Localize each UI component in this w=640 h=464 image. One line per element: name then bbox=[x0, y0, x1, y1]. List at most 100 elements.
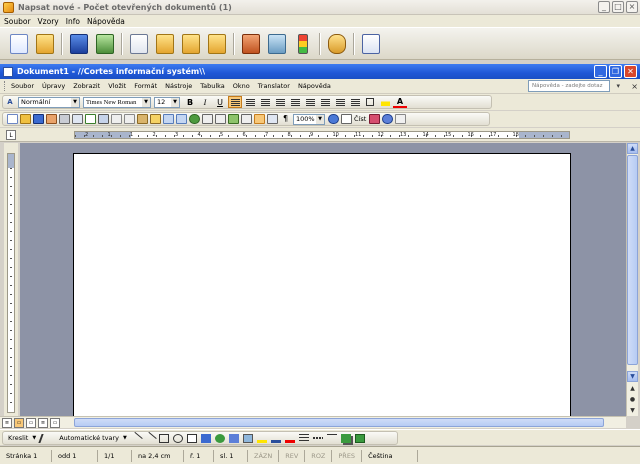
dash-style-icon[interactable] bbox=[312, 437, 323, 439]
abc-icon[interactable] bbox=[395, 114, 407, 124]
numbering-button[interactable] bbox=[303, 96, 317, 108]
vertical-ruler-strip[interactable] bbox=[7, 153, 15, 413]
menu-vlozit[interactable]: Vložit bbox=[108, 82, 126, 90]
folder-button-2[interactable] bbox=[178, 31, 204, 57]
print-layout-button[interactable]: ▭ bbox=[26, 417, 36, 428]
font-size-select[interactable]: 12 ▼ bbox=[154, 96, 180, 108]
align-right-button[interactable] bbox=[258, 96, 272, 108]
next-page-button[interactable]: ▼ bbox=[627, 405, 638, 416]
research-icon[interactable] bbox=[98, 114, 109, 124]
book-button[interactable] bbox=[238, 31, 264, 57]
export-button[interactable] bbox=[92, 31, 118, 57]
document-button[interactable] bbox=[126, 31, 152, 57]
borders-button[interactable] bbox=[363, 96, 377, 108]
document-map-icon[interactable] bbox=[267, 114, 278, 124]
read-button[interactable]: Číst bbox=[354, 115, 366, 123]
help-dropdown-icon[interactable]: ▾ bbox=[616, 82, 620, 90]
cut-icon[interactable] bbox=[111, 114, 122, 124]
document-page[interactable] bbox=[73, 153, 571, 416]
autoshapes-button[interactable]: Automatické tvary bbox=[59, 434, 119, 442]
bullets-button[interactable] bbox=[318, 96, 332, 108]
web-layout-button[interactable]: ▭ bbox=[14, 417, 24, 428]
menu-okno[interactable]: Okno bbox=[233, 82, 250, 90]
open-icon[interactable] bbox=[20, 114, 31, 124]
line-icon[interactable] bbox=[129, 431, 143, 445]
font-color-icon[interactable] bbox=[284, 433, 295, 443]
menu-napoveda[interactable]: Nápověda bbox=[298, 82, 331, 90]
arrow-style-icon[interactable] bbox=[326, 433, 337, 443]
select-objects-icon[interactable] bbox=[38, 433, 52, 443]
styles-pane-button[interactable]: A bbox=[3, 96, 17, 108]
line-color-icon[interactable] bbox=[270, 433, 281, 443]
new-document-button[interactable] bbox=[6, 31, 32, 57]
redo-icon[interactable] bbox=[176, 114, 187, 124]
line-spacing-button[interactable] bbox=[288, 96, 302, 108]
zoom-select[interactable]: 100% ▼ bbox=[293, 113, 325, 125]
align-left-button[interactable] bbox=[228, 96, 242, 108]
columns-icon[interactable] bbox=[241, 114, 252, 124]
status-extend[interactable]: ROZ bbox=[305, 449, 333, 462]
menu-upravy[interactable]: Úpravy bbox=[42, 82, 65, 90]
insert-excel-icon[interactable] bbox=[228, 114, 239, 124]
doc-minimize-button[interactable]: _ bbox=[594, 65, 607, 78]
3d-icon[interactable] bbox=[354, 433, 365, 443]
bold-button[interactable]: B bbox=[183, 96, 197, 108]
hyperlink-icon[interactable] bbox=[189, 114, 200, 124]
normal-view-button[interactable]: ≡ bbox=[2, 417, 12, 428]
menu-soubor[interactable]: Soubor bbox=[11, 82, 34, 90]
horizontal-scroll-thumb[interactable] bbox=[74, 418, 604, 427]
oval-icon[interactable] bbox=[172, 433, 183, 443]
menu-soubor[interactable]: Soubor bbox=[4, 17, 31, 26]
help-icon[interactable] bbox=[328, 114, 339, 124]
permission-icon[interactable] bbox=[46, 114, 57, 124]
previous-page-button[interactable]: ▲ bbox=[627, 383, 638, 394]
style-select[interactable]: Normální ▼ bbox=[18, 96, 80, 108]
highlight-button[interactable] bbox=[378, 96, 392, 108]
decrease-indent-button[interactable] bbox=[333, 96, 347, 108]
increase-indent-button[interactable] bbox=[348, 96, 362, 108]
tab-selector[interactable]: L bbox=[6, 130, 16, 140]
horizontal-scrollbar[interactable]: ≡ ▭ ▭ ≡ ▭ bbox=[0, 416, 626, 428]
insert-table-icon[interactable] bbox=[215, 114, 226, 124]
clip-art-icon[interactable] bbox=[228, 433, 239, 443]
justify-button[interactable] bbox=[273, 96, 287, 108]
wordart-icon[interactable] bbox=[200, 433, 211, 443]
reading-layout-button[interactable]: ▭ bbox=[50, 417, 60, 428]
status-track-changes[interactable]: REV bbox=[279, 449, 306, 462]
menu-tabulka[interactable]: Tabulka bbox=[200, 82, 225, 90]
minimize-button[interactable]: _ bbox=[598, 1, 610, 13]
help-search-input[interactable]: Nápověda - zadejte dotaz bbox=[528, 80, 610, 92]
drawing-icon[interactable] bbox=[254, 114, 265, 124]
vertical-scroll-thumb[interactable] bbox=[627, 155, 638, 365]
maximize-button[interactable]: □ bbox=[612, 1, 624, 13]
folder-button-3[interactable] bbox=[204, 31, 230, 57]
doc-close-button[interactable]: ✕ bbox=[624, 65, 637, 78]
ruler-strip[interactable]: 2 1 1 2 3 4 5 6 7 8 9 10 11 12 13 14 15 16 17 18 bbox=[74, 131, 570, 139]
align-center-button[interactable] bbox=[243, 96, 257, 108]
pilcrow-icon[interactable]: ¶ bbox=[280, 114, 291, 124]
picture-icon[interactable] bbox=[242, 433, 253, 443]
handshake-button[interactable] bbox=[324, 31, 350, 57]
undo-icon[interactable] bbox=[163, 114, 174, 124]
scroll-up-button[interactable]: ▲ bbox=[627, 143, 638, 154]
save-icon[interactable] bbox=[33, 114, 44, 124]
status-overtype[interactable]: PŘES bbox=[332, 449, 363, 462]
print-preview-icon[interactable] bbox=[72, 114, 83, 124]
spelling-icon[interactable] bbox=[85, 114, 96, 124]
translate-icon[interactable] bbox=[369, 114, 381, 124]
font-select[interactable]: Times New Roman ▼ bbox=[83, 96, 151, 108]
menu-vzory[interactable]: Vzory bbox=[38, 17, 59, 26]
copy-icon[interactable] bbox=[124, 114, 135, 124]
menu-info[interactable]: Info bbox=[66, 17, 80, 26]
menu-nastroje[interactable]: Nástroje bbox=[165, 82, 192, 90]
text-box-icon[interactable] bbox=[186, 433, 197, 443]
line-style-icon[interactable] bbox=[298, 433, 309, 443]
diagram-icon[interactable] bbox=[214, 433, 225, 443]
arrow-icon[interactable] bbox=[143, 431, 157, 445]
close-button[interactable]: × bbox=[626, 1, 638, 13]
globe-icon[interactable] bbox=[382, 114, 394, 124]
underline-button[interactable]: U bbox=[213, 96, 227, 108]
italic-button[interactable]: I bbox=[198, 96, 212, 108]
tables-borders-icon[interactable] bbox=[202, 114, 213, 124]
outline-view-button[interactable]: ≡ bbox=[38, 417, 48, 428]
